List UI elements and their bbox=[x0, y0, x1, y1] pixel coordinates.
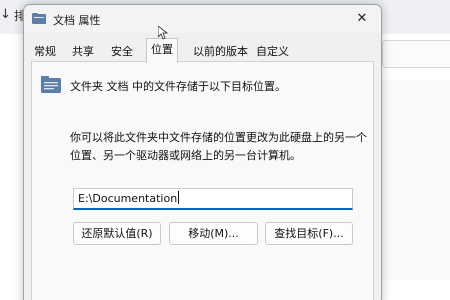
location-path-value: E:\Documentation bbox=[78, 192, 178, 205]
text-caret bbox=[178, 191, 180, 204]
tab-general[interactable]: 常规 bbox=[30, 42, 60, 61]
properties-dialog: 文档 属性 ✕ 常规 共享 安全 位置 以前的版本 自定义 文件夹 文档 中的文… bbox=[23, 4, 382, 300]
close-icon[interactable]: ✕ bbox=[351, 9, 373, 29]
location-path-input[interactable]: E:\Documentation bbox=[73, 188, 353, 210]
background-details-pane bbox=[382, 80, 450, 280]
background-search-box[interactable] bbox=[382, 40, 450, 68]
find-target-button[interactable]: 查找目标(F)... bbox=[265, 222, 353, 245]
tab-location[interactable]: 位置 bbox=[146, 38, 178, 63]
tab-previous-versions[interactable]: 以前的版本 bbox=[189, 42, 252, 61]
folder-properties-icon bbox=[32, 13, 46, 24]
tab-strip: 常规 共享 安全 位置 以前的版本 自定义 bbox=[28, 38, 373, 63]
dialog-titlebar[interactable]: 文档 属性 ✕ bbox=[24, 5, 381, 33]
dialog-title: 文档 属性 bbox=[53, 14, 101, 27]
location-tab-panel: 文件夹 文档 中的文件存储于以下目标位置。 你可以将此文件夹中文件存储的位置更改… bbox=[31, 61, 374, 300]
restore-default-button[interactable]: 还原默认值(R) bbox=[73, 222, 161, 245]
documents-folder-icon bbox=[41, 76, 61, 93]
tab-security[interactable]: 安全 bbox=[107, 42, 137, 61]
move-button[interactable]: 移动(M)... bbox=[169, 222, 258, 245]
sort-arrow-icon[interactable]: ↓ bbox=[0, 7, 11, 22]
mouse-pointer-icon bbox=[158, 26, 168, 40]
tab-customize[interactable]: 自定义 bbox=[252, 42, 293, 61]
location-info-text: 文件夹 文档 中的文件存储于以下目标位置。 bbox=[70, 80, 286, 93]
location-description: 你可以将此文件夹中文件存储的位置更改为此硬盘上的另一个位置、另一个驱动器或网络上… bbox=[70, 131, 367, 162]
screen: ↓ 排 文档 属性 ✕ 常规 共享 安全 位置 以前的版本 自定义 文件夹 文档… bbox=[0, 0, 450, 300]
tab-sharing[interactable]: 共享 bbox=[68, 42, 98, 61]
